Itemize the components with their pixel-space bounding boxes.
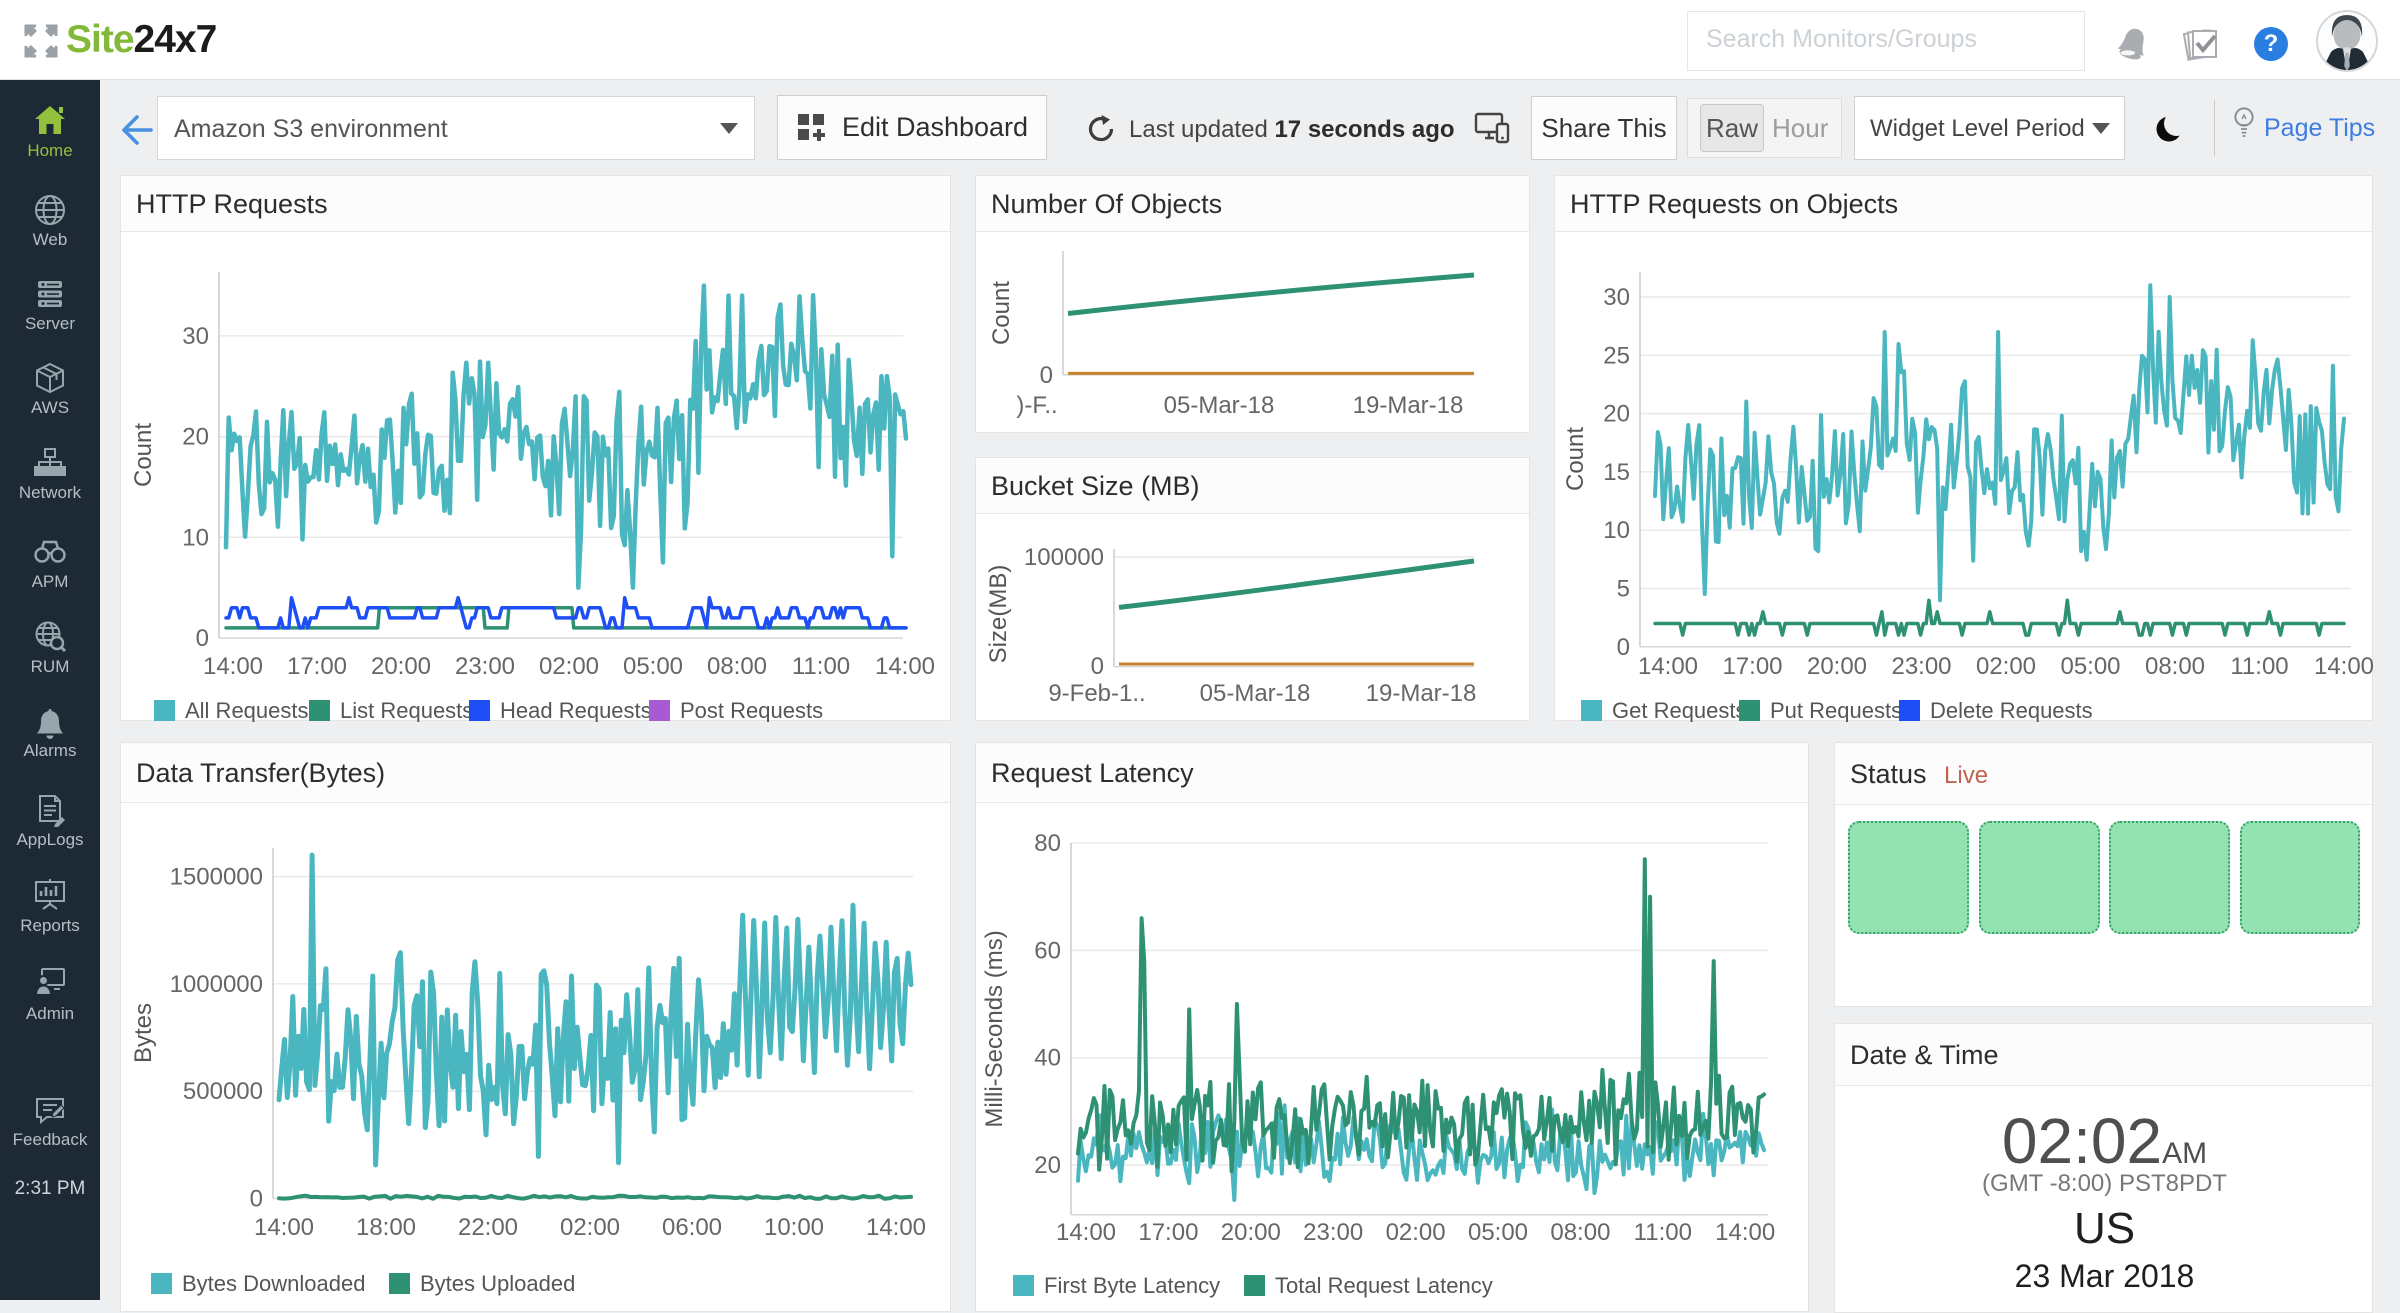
svg-text:23:00: 23:00	[455, 653, 515, 680]
svg-text:05:00: 05:00	[1468, 1219, 1528, 1246]
svg-text:First Byte Latency: First Byte Latency	[1044, 1273, 1220, 1298]
svg-text:100000: 100000	[1024, 544, 1104, 571]
svg-text:14:00: 14:00	[866, 1214, 926, 1241]
svg-text:1500000: 1500000	[170, 864, 263, 891]
svg-text:0: 0	[1091, 653, 1104, 680]
svg-text:20:00: 20:00	[1807, 653, 1867, 680]
svg-text:05:00: 05:00	[623, 653, 683, 680]
svg-text:Bytes Downloaded: Bytes Downloaded	[182, 1271, 365, 1296]
svg-text:30: 30	[1603, 284, 1630, 311]
svg-text:List Requests: List Requests	[340, 698, 473, 722]
svg-text:19-Mar-18: 19-Mar-18	[1366, 680, 1477, 707]
svg-text:Post Requests: Post Requests	[680, 698, 823, 722]
svg-text:5: 5	[1617, 576, 1630, 603]
svg-text:08:00: 08:00	[2145, 653, 2205, 680]
svg-text:20:00: 20:00	[371, 653, 431, 680]
svg-text:0: 0	[250, 1186, 263, 1213]
svg-text:17:00: 17:00	[287, 653, 347, 680]
svg-text:Total Request Latency: Total Request Latency	[1275, 1273, 1493, 1298]
svg-text:60: 60	[1034, 937, 1061, 964]
svg-text:9-Feb-1..: 9-Feb-1..	[1048, 680, 1145, 707]
svg-text:11:00: 11:00	[2230, 653, 2288, 680]
svg-text:25: 25	[1603, 342, 1630, 369]
svg-text:Count: Count	[1562, 427, 1589, 491]
svg-text:Milli-Seconds (ms): Milli-Seconds (ms)	[981, 930, 1008, 1127]
svg-text:Delete Requests: Delete Requests	[1930, 698, 2093, 722]
svg-text:20: 20	[1603, 401, 1630, 428]
svg-text:14:00: 14:00	[1056, 1219, 1116, 1246]
svg-text:11:00: 11:00	[1634, 1219, 1692, 1246]
svg-text:23:00: 23:00	[1891, 653, 1951, 680]
svg-text:22:00: 22:00	[458, 1214, 518, 1241]
svg-text:500000: 500000	[183, 1078, 263, 1105]
svg-text:80: 80	[1034, 830, 1061, 857]
svg-text:08:00: 08:00	[707, 653, 767, 680]
svg-text:14:00: 14:00	[1715, 1219, 1775, 1246]
svg-text:14:00: 14:00	[2314, 653, 2374, 680]
svg-text:23:00: 23:00	[1303, 1219, 1363, 1246]
svg-text:14:00: 14:00	[203, 653, 263, 680]
svg-text:1000000: 1000000	[170, 971, 263, 998]
svg-text:Count: Count	[988, 281, 1015, 345]
svg-text:40: 40	[1034, 1045, 1061, 1072]
svg-text:02:00: 02:00	[1976, 653, 2036, 680]
svg-text:All Requests: All Requests	[185, 698, 309, 722]
svg-text:02:00: 02:00	[560, 1214, 620, 1241]
svg-text:10: 10	[182, 524, 209, 551]
svg-text:Get Requests: Get Requests	[1612, 698, 1747, 722]
svg-text:06:00: 06:00	[662, 1214, 722, 1241]
svg-text:20:00: 20:00	[1221, 1219, 1281, 1246]
svg-text:05-Mar-18: 05-Mar-18	[1200, 680, 1311, 707]
svg-text:Bytes Uploaded: Bytes Uploaded	[420, 1271, 575, 1296]
svg-text:30: 30	[182, 323, 209, 350]
svg-text:14:00: 14:00	[254, 1214, 314, 1241]
svg-text:10:00: 10:00	[764, 1214, 824, 1241]
svg-text:19-Mar-18: 19-Mar-18	[1353, 392, 1464, 419]
svg-text:0: 0	[196, 625, 209, 652]
svg-text:10: 10	[1603, 517, 1630, 544]
svg-text:Put Requests: Put Requests	[1770, 698, 1902, 722]
svg-text:17:00: 17:00	[1722, 653, 1782, 680]
svg-text:20: 20	[1034, 1152, 1061, 1179]
svg-text:14:00: 14:00	[1638, 653, 1698, 680]
svg-text:Bytes: Bytes	[130, 1003, 157, 1063]
svg-text:0: 0	[1040, 362, 1053, 389]
svg-text:02:00: 02:00	[1386, 1219, 1446, 1246]
svg-text:05-Mar-18: 05-Mar-18	[1164, 392, 1275, 419]
svg-text:Size(MB): Size(MB)	[985, 565, 1012, 664]
svg-text:Count: Count	[130, 423, 157, 487]
svg-text:18:00: 18:00	[356, 1214, 416, 1241]
svg-text:02:00: 02:00	[539, 653, 599, 680]
svg-text:)-F..: )-F..	[1016, 392, 1057, 419]
svg-text:05:00: 05:00	[2060, 653, 2120, 680]
svg-text:11:00: 11:00	[792, 653, 850, 680]
svg-text:08:00: 08:00	[1550, 1219, 1610, 1246]
svg-text:15: 15	[1603, 459, 1630, 486]
svg-text:17:00: 17:00	[1138, 1219, 1198, 1246]
svg-text:20: 20	[182, 424, 209, 451]
svg-text:0: 0	[1617, 634, 1630, 661]
svg-text:Head Requests: Head Requests	[500, 698, 652, 722]
svg-text:14:00: 14:00	[875, 653, 935, 680]
